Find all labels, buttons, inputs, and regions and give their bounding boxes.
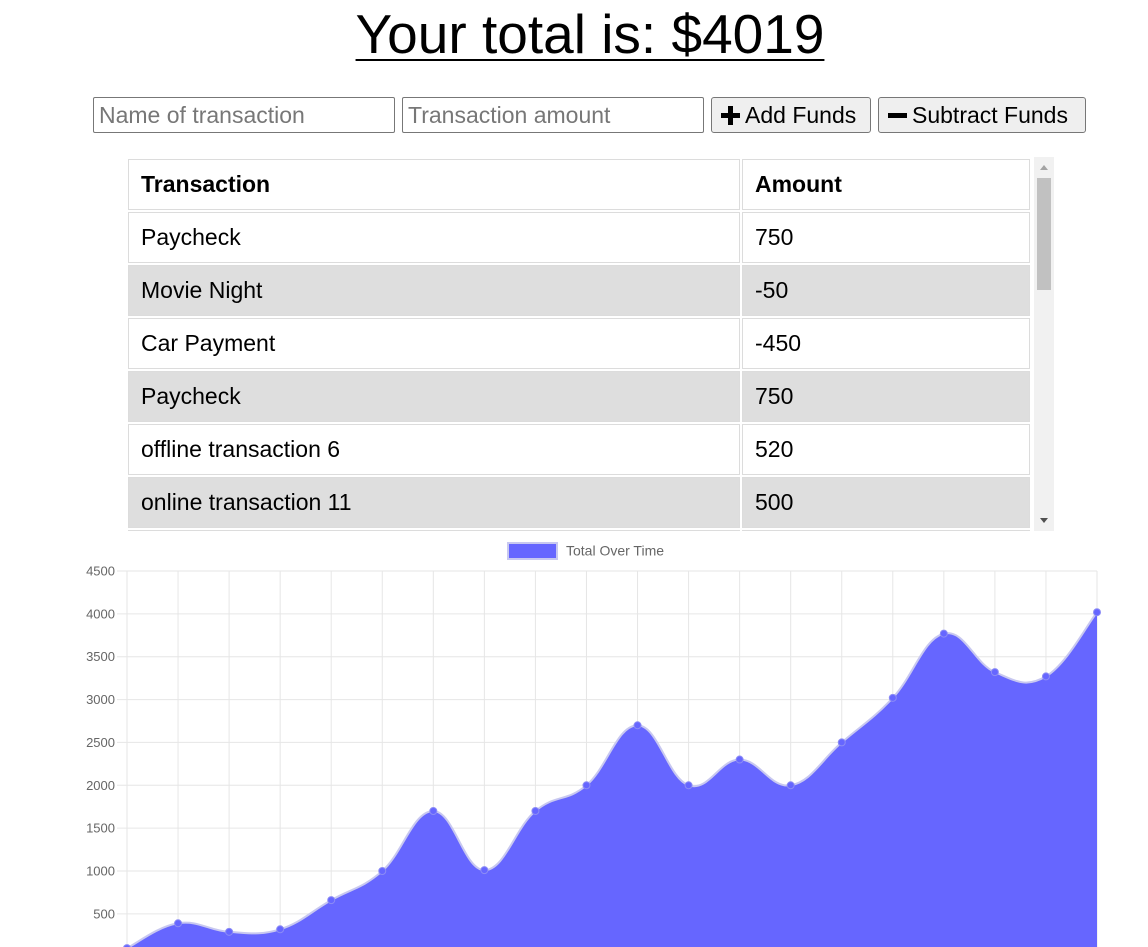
- data-point: [939, 629, 948, 638]
- scrollbar-thumb[interactable]: [1037, 178, 1051, 290]
- data-point: [888, 693, 897, 702]
- transaction-amount-cell: -450: [742, 318, 1030, 369]
- transaction-name-cell: offline transaction 6: [128, 424, 740, 475]
- transaction-amount-cell: 750: [742, 371, 1030, 422]
- table-row: Movie Night -50: [128, 265, 1030, 316]
- total-over-time-chart: 4500 4000 3500 3000 2500 2000 1500 1000 500 Tota…: [86, 542, 1101, 947]
- transaction-amount-cell: 520: [742, 424, 1030, 475]
- page-title: Your total is: $4019: [0, 2, 1148, 66]
- transaction-name-cell: Car Payment: [128, 318, 740, 369]
- transaction-name-cell: online transaction 11: [128, 477, 740, 528]
- y-tick-label: 3500: [86, 649, 115, 664]
- transaction-name-cell: Paycheck: [128, 371, 740, 422]
- data-point: [684, 781, 693, 790]
- transaction-amount-cell: 500: [742, 477, 1030, 528]
- transaction-name-cell: Paycheck: [128, 212, 740, 263]
- data-point: [990, 668, 999, 677]
- data-point: [276, 925, 285, 934]
- table-row: offline transaction 6 520: [128, 424, 1030, 475]
- y-tick-label: 1000: [86, 863, 115, 878]
- table-scrollbar[interactable]: [1034, 157, 1054, 531]
- data-point: [837, 738, 846, 747]
- total-label: Your total is:: [355, 3, 672, 65]
- data-point: [582, 781, 591, 790]
- column-header-amount: Amount: [742, 159, 1030, 210]
- data-point: [531, 806, 540, 815]
- table-row: Car Payment -450: [128, 318, 1030, 369]
- chart-legend: Total Over Time: [507, 542, 664, 560]
- data-point: [735, 755, 744, 764]
- transaction-amount-input[interactable]: [402, 97, 704, 133]
- y-tick-label: 4500: [86, 564, 115, 579]
- subtract-funds-label: Subtract Funds: [912, 101, 1068, 128]
- data-point: [429, 806, 438, 815]
- column-header-transaction: Transaction: [128, 159, 740, 210]
- legend-label: Total Over Time: [566, 543, 664, 559]
- y-tick-label: 2000: [86, 778, 115, 793]
- data-point: [1093, 608, 1101, 617]
- data-point: [327, 896, 336, 905]
- scroll-up-arrow-icon[interactable]: [1040, 165, 1048, 170]
- table-row: [128, 530, 1030, 531]
- data-point: [480, 866, 489, 875]
- data-point: [378, 866, 387, 875]
- transaction-amount-cell: [742, 530, 1030, 531]
- data-point: [633, 721, 642, 730]
- minus-icon: [888, 106, 907, 125]
- transaction-name-cell: Movie Night: [128, 265, 740, 316]
- table-row: Paycheck 750: [128, 212, 1030, 263]
- plus-icon: [721, 105, 740, 125]
- data-point: [1041, 672, 1050, 681]
- legend-swatch: [507, 542, 558, 560]
- transaction-amount-cell: 750: [742, 212, 1030, 263]
- add-funds-button[interactable]: Add Funds: [711, 97, 871, 133]
- transaction-amount-cell: -50: [742, 265, 1030, 316]
- y-tick-label: 2500: [86, 735, 115, 750]
- data-point: [225, 927, 234, 936]
- y-axis-ticks: 4500 4000 3500 3000 2500 2000 1500 1000 500: [86, 564, 115, 922]
- scroll-down-arrow-icon[interactable]: [1040, 518, 1048, 523]
- add-funds-label: Add Funds: [745, 101, 857, 128]
- y-tick-label: 500: [93, 906, 115, 921]
- transactions-table-container[interactable]: Transaction Amount Paycheck 750 Movie Ni…: [126, 157, 1054, 531]
- data-point: [174, 919, 183, 928]
- table-row: online transaction 11 500: [128, 477, 1030, 528]
- area-series-fill: [127, 612, 1097, 947]
- transaction-name-cell: [128, 530, 740, 531]
- transaction-name-input[interactable]: [93, 97, 395, 133]
- y-tick-label: 3000: [86, 692, 115, 707]
- table-row: Paycheck 750: [128, 371, 1030, 422]
- subtract-funds-button[interactable]: Subtract Funds: [878, 97, 1086, 133]
- transactions-table: Transaction Amount Paycheck 750 Movie Ni…: [126, 157, 1032, 531]
- y-tick-label: 1500: [86, 821, 115, 836]
- y-tick-label: 4000: [86, 606, 115, 621]
- total-amount: $4019: [671, 3, 825, 65]
- data-point: [786, 781, 795, 790]
- table-header-row: Transaction Amount: [128, 159, 1030, 210]
